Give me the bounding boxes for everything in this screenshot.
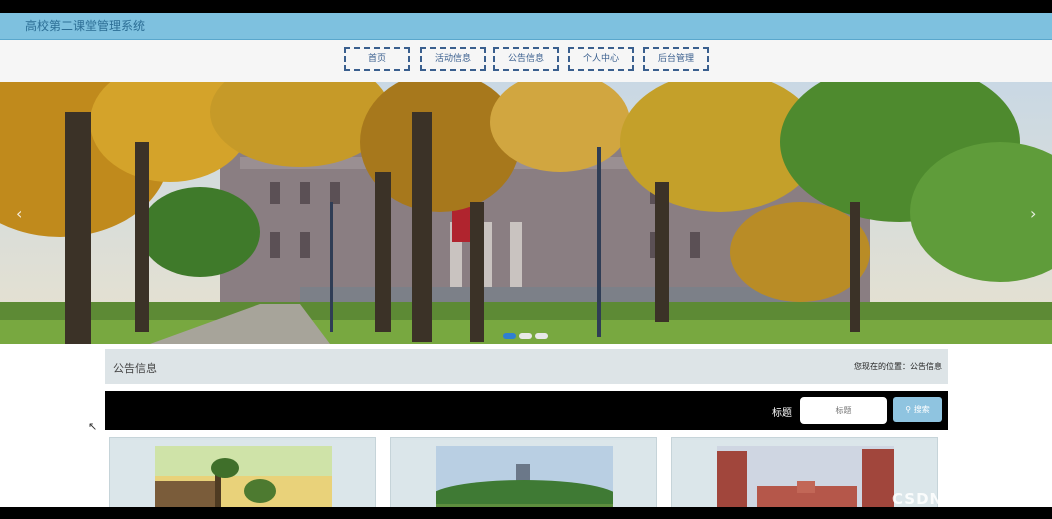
mouse-cursor-icon: ↖	[88, 420, 98, 433]
section-header: 公告信息 您现在的位置：公告信息	[105, 349, 948, 384]
nav-activities[interactable]: 活动信息	[420, 47, 486, 71]
nav-home[interactable]: 首页	[344, 47, 410, 71]
nav-admin[interactable]: 后台管理	[643, 47, 709, 71]
notice-card[interactable]	[390, 437, 657, 514]
site-title: 高校第二课堂管理系统	[25, 19, 146, 33]
carousel-dot-2[interactable]	[519, 333, 532, 339]
nav-profile[interactable]: 个人中心	[568, 47, 634, 71]
carousel-dot-3[interactable]	[535, 333, 548, 339]
carousel-indicators	[503, 324, 551, 343]
banner-carousel: ‹ ›	[0, 82, 1052, 344]
section-title: 公告信息	[113, 362, 157, 375]
search-bar: 标题 ⚲ 搜索	[105, 391, 948, 430]
header-bar: 高校第二课堂管理系统	[0, 13, 1052, 40]
watermark: CSDN @CK3028	[892, 490, 1036, 508]
top-black-strip	[0, 0, 1052, 13]
notice-thumbnail	[717, 446, 894, 514]
main-nav: 首页 活动信息 公告信息 个人中心 后台管理	[0, 40, 1052, 82]
notice-card[interactable]	[109, 437, 376, 514]
campus-banner-image	[0, 82, 1052, 344]
breadcrumb: 您现在的位置：公告信息	[854, 362, 942, 371]
nav-notices[interactable]: 公告信息	[493, 47, 559, 71]
carousel-prev-icon[interactable]: ‹	[16, 204, 22, 223]
search-label: 标题	[772, 408, 792, 419]
notice-thumbnail	[436, 446, 613, 514]
carousel-dot-1[interactable]	[503, 333, 516, 339]
search-button-label: 搜索	[913, 405, 930, 414]
bottom-black-strip	[0, 507, 1052, 519]
search-button[interactable]: ⚲ 搜索	[893, 397, 942, 422]
notice-thumbnail	[155, 446, 332, 514]
title-search-input[interactable]	[800, 397, 887, 424]
carousel-next-icon[interactable]: ›	[1030, 204, 1036, 223]
search-icon: ⚲	[905, 405, 912, 414]
